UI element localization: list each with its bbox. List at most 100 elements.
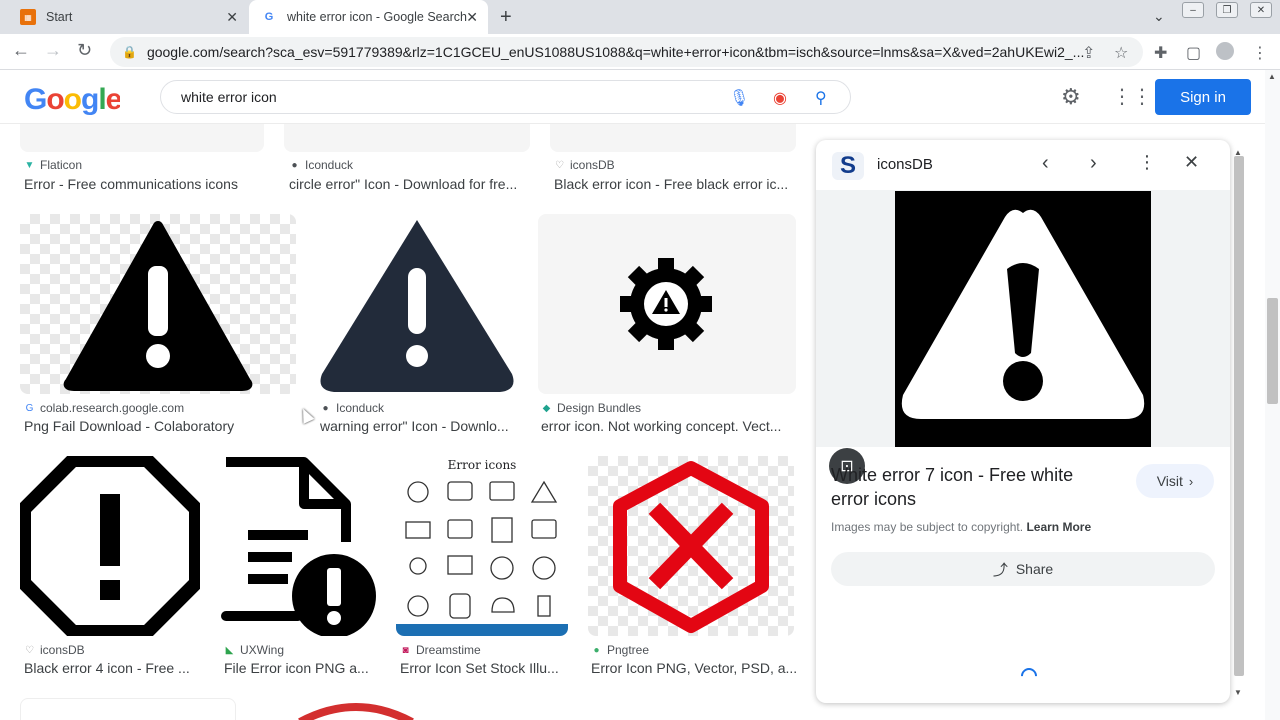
hexagon-x-error-icon — [613, 461, 769, 633]
result-title[interactable]: Error Icon PNG, Vector, PSD, a... — [591, 660, 796, 676]
bookmark-star-icon[interactable]: ☆ — [1114, 43, 1128, 63]
panel-scroll-thumb[interactable] — [1234, 156, 1244, 676]
close-tab-icon[interactable]: ✕ — [466, 9, 478, 26]
result-thumbnail[interactable] — [20, 456, 200, 636]
tab-search-chevron-icon[interactable]: ⌄ — [1153, 8, 1165, 25]
share-page-icon[interactable]: ⇪ — [1082, 43, 1095, 63]
result-thumbnail[interactable]: Error icons — [396, 456, 568, 636]
sign-in-button[interactable]: Sign in — [1155, 79, 1251, 115]
octagon-exclamation-icon — [20, 456, 200, 636]
next-chevron-icon[interactable]: › — [1090, 152, 1097, 175]
warning-triangle-icon — [63, 221, 253, 391]
chevron-right-icon: › — [1188, 473, 1194, 489]
result-thumbnail[interactable] — [284, 124, 530, 152]
address-bar[interactable]: 🔒 google.com/search?sca_esv=591779389&rl… — [110, 37, 1143, 67]
page-scrollbar[interactable]: ▲ — [1265, 70, 1280, 720]
result-source[interactable]: Gcolab.research.google.com — [24, 401, 184, 415]
more-options-icon[interactable]: ⋮ — [1138, 152, 1156, 173]
result-source[interactable]: ● Iconduck — [289, 158, 353, 172]
close-window-icon[interactable]: ✕ — [1250, 2, 1272, 18]
close-icon[interactable]: ✕ — [1184, 152, 1199, 173]
result-source[interactable]: ● Pngtree — [591, 643, 649, 657]
result-thumbnail[interactable] — [476, 698, 796, 720]
result-thumbnail[interactable] — [550, 124, 796, 152]
result-thumbnail[interactable] — [538, 214, 796, 394]
result-thumbnail[interactable] — [316, 214, 518, 394]
tab-title: white error icon - Google Search — [287, 10, 467, 24]
search-icon[interactable]: ⚲ — [815, 88, 827, 108]
chat-error-icon — [20, 124, 264, 152]
preview-image[interactable] — [895, 191, 1151, 447]
browser-toolbar: ← → ↻ 🔒 google.com/search?sca_esv=591779… — [0, 34, 1280, 70]
browser-tab-bar: ▦ Start ✕ G white error icon - Google Se… — [0, 0, 1280, 34]
result-source[interactable]: ◣ UXWing — [224, 643, 284, 657]
result-thumbnail[interactable] — [588, 456, 794, 636]
restore-icon[interactable]: ❐ — [1216, 2, 1238, 18]
result-title[interactable]: Black error icon - Free black error ic..… — [554, 176, 794, 192]
result-title[interactable]: Error - Free communications icons — [24, 176, 264, 192]
design-bundles-favicon-icon: ◆ — [542, 402, 551, 414]
iconduck-favicon-icon: ● — [322, 402, 329, 414]
tab-title: Start — [46, 10, 73, 24]
site-logo[interactable]: S — [832, 152, 864, 180]
warning-error-triangle-icon — [320, 220, 514, 392]
close-tab-icon[interactable]: ✕ — [226, 9, 238, 26]
panel-scrollbar[interactable]: ▲ ▼ — [1231, 148, 1245, 700]
circle-error-icon — [284, 124, 530, 152]
browser-menu-icon[interactable]: ⋮ — [1252, 43, 1268, 63]
result-thumbnail[interactable] — [20, 214, 296, 394]
share-button[interactable]: ⤴ Share — [831, 552, 1215, 586]
google-favicon-icon: G — [25, 402, 34, 414]
reload-icon[interactable]: ↻ — [77, 40, 92, 61]
tab-start[interactable]: ▦ Start ✕ — [12, 0, 248, 34]
result-source[interactable]: ♡ iconsDB — [554, 158, 615, 172]
result-source[interactable]: ◆ Design Bundles — [541, 401, 641, 415]
start-page-icon: ▦ — [20, 9, 36, 25]
result-title[interactable]: Png Fail Download - Colaboratory — [24, 418, 294, 434]
learn-more-link[interactable]: Learn More — [1026, 520, 1091, 534]
result-source[interactable]: ♡ iconsDB — [24, 643, 85, 657]
panel-site-name[interactable]: iconsDB — [877, 156, 933, 173]
white-warning-triangle-icon — [901, 209, 1145, 419]
result-source[interactable]: ◙ Dreamstime — [400, 643, 480, 657]
preview-title[interactable]: White error 7 icon - Free white error ic… — [831, 463, 1111, 511]
scroll-up-arrow-icon[interactable]: ▲ — [1268, 72, 1276, 81]
result-thumbnail[interactable] — [20, 124, 264, 152]
side-panel-icon[interactable]: ▢ — [1186, 43, 1201, 63]
result-title[interactable]: Black error 4 icon - Free ... — [24, 660, 200, 676]
image-preview-panel: S iconsDB ‹ › ⋮ ✕ ⊡ White error 7 icon -… — [816, 140, 1230, 703]
flaticon-favicon-icon: ▼ — [24, 159, 35, 171]
iconsdb-favicon-icon: ♡ — [555, 159, 564, 171]
result-source[interactable]: ▼ Flaticon — [24, 158, 82, 172]
result-thumbnail[interactable] — [220, 456, 376, 636]
lock-icon: 🔒 — [122, 45, 137, 59]
result-title[interactable]: Error Icon Set Stock Illu... — [400, 660, 568, 676]
result-title[interactable]: circle error" Icon - Download for fre... — [289, 176, 524, 192]
red-circle-error-icon — [298, 703, 414, 720]
tab-google-search[interactable]: G white error icon - Google Search ✕ — [249, 0, 488, 34]
result-thumbnail[interactable] — [256, 698, 456, 720]
result-source[interactable]: ● Iconduck — [320, 401, 384, 415]
iconduck-favicon-icon: ● — [291, 159, 298, 171]
search-query: white error icon — [181, 89, 277, 105]
new-tab-icon[interactable]: + — [500, 6, 512, 29]
page-scroll-thumb[interactable] — [1267, 298, 1278, 404]
forward-icon[interactable]: → — [44, 40, 62, 61]
back-icon[interactable]: ← — [12, 40, 30, 61]
scroll-down-arrow-icon[interactable]: ▼ — [1234, 688, 1242, 697]
previous-chevron-icon[interactable]: ‹ — [1042, 152, 1049, 175]
result-title[interactable]: warning error" Icon - Downlo... — [320, 418, 518, 434]
voice-search-mic-icon[interactable]: 🎙 — [729, 88, 749, 108]
minimize-icon[interactable]: – — [1182, 2, 1204, 18]
google-logo[interactable]: Google — [24, 82, 123, 124]
search-input[interactable]: white error icon 🎙 ◉ ⚲ — [160, 80, 851, 114]
settings-gear-icon[interactable]: ⚙ — [1061, 84, 1081, 110]
lens-search-icon[interactable]: ◉ — [773, 88, 787, 108]
profile-avatar-icon[interactable] — [1216, 42, 1234, 60]
result-thumbnail[interactable] — [20, 698, 236, 720]
result-title[interactable]: File Error icon PNG a... — [224, 660, 376, 676]
extensions-puzzle-icon[interactable]: ✚ — [1154, 43, 1167, 63]
visit-button[interactable]: Visit › — [1136, 464, 1214, 498]
google-g-icon: G — [264, 11, 274, 23]
result-title[interactable]: error icon. Not working concept. Vect... — [541, 418, 796, 434]
